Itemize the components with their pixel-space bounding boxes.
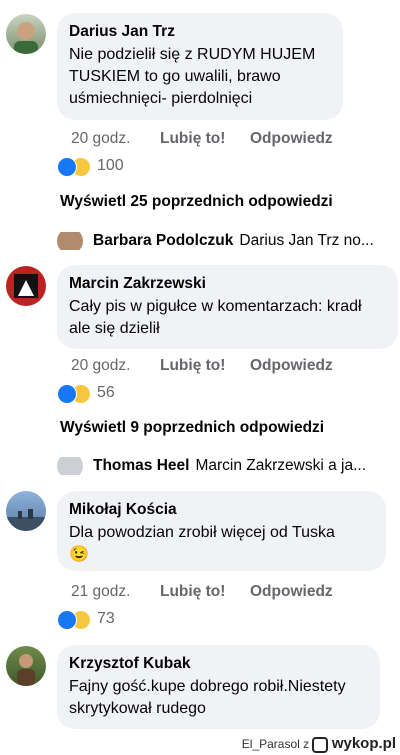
- comment-time[interactable]: 21 godz.: [71, 583, 130, 601]
- avatar-photo: [14, 22, 38, 54]
- comment-author[interactable]: Krzysztof Kubak: [69, 654, 368, 674]
- avatar: [57, 457, 83, 475]
- like-button[interactable]: Lubię to!: [160, 130, 225, 148]
- avatar[interactable]: [6, 14, 46, 54]
- avatar-photo: [6, 509, 46, 531]
- reply-preview-author: Thomas Heel: [93, 457, 190, 474]
- comment-time[interactable]: 20 godz.: [71, 130, 130, 148]
- watermark: El_Parasol z wykop.pl: [242, 735, 396, 753]
- reaction-summary[interactable]: 73: [57, 610, 157, 630]
- watermark-brand: wykop.pl: [331, 735, 396, 753]
- reply-preview[interactable]: Thomas Heel Marcin Zakrzewski a ja...: [57, 457, 400, 475]
- avatar[interactable]: [6, 266, 46, 306]
- like-reaction-icon: [57, 157, 77, 177]
- reply-preview-author: Barbara Podolczuk: [93, 232, 234, 249]
- reply-preview-text: Darius Jan Trz no...: [239, 232, 374, 249]
- reaction-count: 100: [97, 157, 124, 174]
- comment-actions: 21 godz. Lubię to! Odpowiedz: [71, 583, 371, 603]
- reply-button[interactable]: Odpowiedz: [250, 357, 333, 375]
- wykop-logo-icon: [312, 737, 329, 753]
- reaction-count: 73: [97, 610, 115, 627]
- like-button[interactable]: Lubię to!: [160, 357, 225, 375]
- comment-bubble: Mikołaj Kościa Dla powodzian zrobił więc…: [57, 491, 386, 571]
- reply-button[interactable]: Odpowiedz: [250, 130, 333, 148]
- view-previous-replies[interactable]: Wyświetl 9 poprzednich odpowiedzi: [60, 419, 324, 437]
- comment-bubble: Marcin Zakrzewski Cały pis w pigułce w k…: [57, 265, 398, 349]
- reply-preview[interactable]: Barbara Podolczuk Darius Jan Trz no...: [57, 232, 400, 250]
- avatar[interactable]: [6, 646, 46, 686]
- comment-text: Fajny gość.kupe dobrego robił.Niestety s…: [69, 678, 346, 717]
- comment-time[interactable]: 20 godz.: [71, 357, 130, 375]
- comment-actions: 20 godz. Lubię to! Odpowiedz: [71, 130, 371, 150]
- comment-bubble: Darius Jan Trz Nie podzielił się z RUDYM…: [57, 13, 343, 120]
- comment-text: Dla powodzian zrobił więcej od Tuska 😉: [69, 524, 335, 563]
- like-reaction-icon: [57, 384, 77, 404]
- reaction-summary[interactable]: 56: [57, 384, 157, 404]
- reaction-summary[interactable]: 100: [57, 157, 157, 177]
- comment-author[interactable]: Darius Jan Trz: [69, 22, 331, 42]
- reply-preview-text: Marcin Zakrzewski a ja...: [195, 457, 367, 474]
- watermark-separator: z: [303, 737, 310, 752]
- comment-bubble: Krzysztof Kubak Fajny gość.kupe dobrego …: [57, 645, 380, 729]
- watermark-user: El_Parasol: [241, 737, 300, 752]
- avatar[interactable]: [6, 491, 46, 531]
- like-button[interactable]: Lubię to!: [160, 583, 225, 601]
- comment-actions: 20 godz. Lubię to! Odpowiedz: [71, 357, 371, 377]
- comment-text: Nie podzielił się z RUDYM HUJEM TUSKIEM …: [69, 46, 316, 107]
- avatar-photo: [17, 654, 35, 686]
- view-previous-replies[interactable]: Wyświetl 25 poprzednich odpowiedzi: [60, 193, 333, 211]
- comment-author[interactable]: Marcin Zakrzewski: [69, 274, 386, 294]
- comment-text: Cały pis w pigułce w komentarzach: kradł…: [69, 298, 362, 337]
- reply-button[interactable]: Odpowiedz: [250, 583, 333, 601]
- reaction-count: 56: [97, 384, 115, 401]
- like-reaction-icon: [57, 610, 77, 630]
- avatar-photo: [14, 274, 38, 298]
- comment-author[interactable]: Mikołaj Kościa: [69, 500, 374, 520]
- avatar: [57, 232, 83, 250]
